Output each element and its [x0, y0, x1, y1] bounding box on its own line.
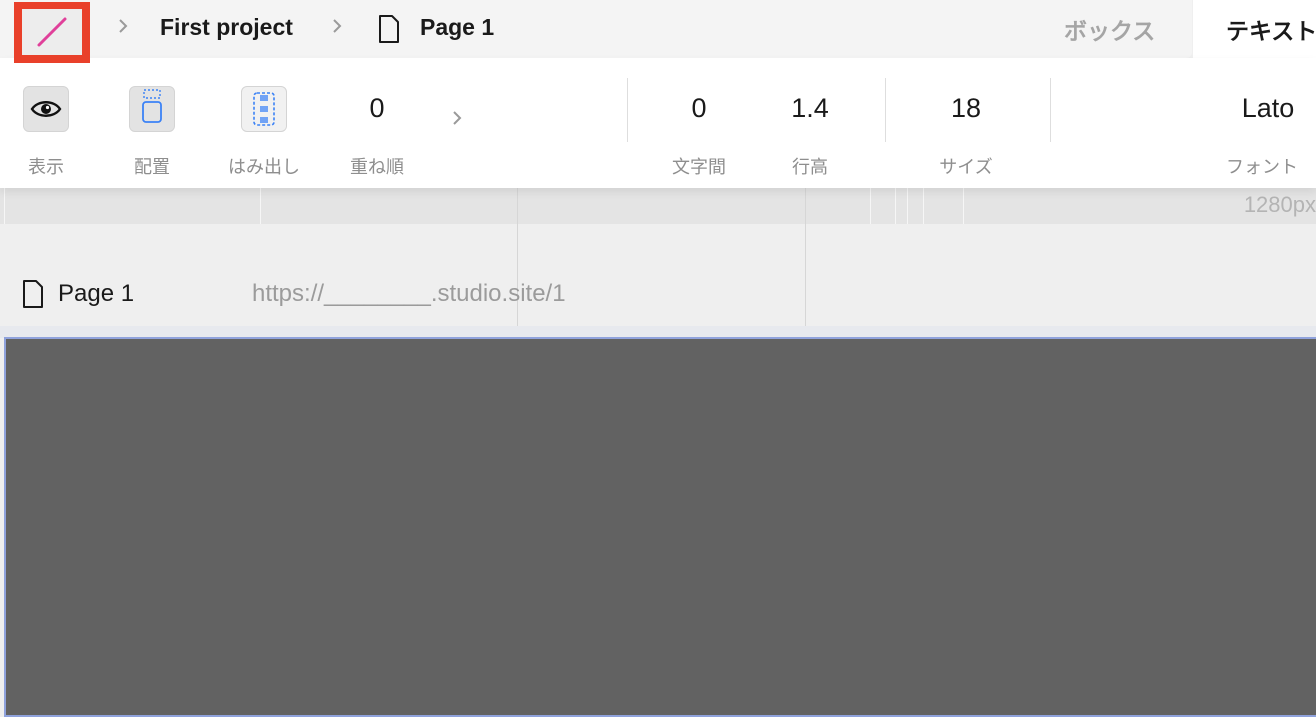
chevron-right-icon: [116, 14, 130, 44]
ruler: 1280px: [0, 188, 1316, 224]
logo-highlight[interactable]: [14, 2, 90, 63]
chevron-right-icon: [330, 14, 344, 44]
align-label: 配置: [134, 157, 170, 177]
font-label: フォント: [1226, 157, 1298, 177]
ruler-width-label: 1280px: [1243, 192, 1316, 217]
align-icon: [142, 89, 162, 123]
line-height-label: 行高: [792, 157, 828, 177]
tab-box[interactable]: ボックス: [1064, 0, 1155, 58]
divider: [885, 78, 886, 142]
logo-button[interactable]: [22, 9, 82, 55]
tab-text[interactable]: テキスト: [1193, 0, 1316, 58]
size-value[interactable]: 18: [936, 93, 996, 124]
overflow-button[interactable]: [241, 86, 287, 132]
divider: [1050, 78, 1051, 142]
page-name: Page 1: [58, 280, 135, 307]
size-label: サイズ: [939, 157, 993, 177]
letter-spacing-label: 文字間: [672, 157, 726, 177]
page-icon: [21, 279, 45, 314]
divider: [627, 78, 628, 142]
zorder-label: 重ね順: [350, 157, 404, 177]
visibility-button[interactable]: [23, 86, 69, 132]
breadcrumb-project[interactable]: First project: [160, 14, 293, 41]
page-icon: [377, 14, 401, 49]
zorder-value[interactable]: 0: [347, 93, 407, 124]
page-url[interactable]: https://________.studio.site/1: [252, 280, 566, 308]
property-toolbar: 表示 配置 はみ出し 0 重ね順 0 文字間 1.4 行高 18 サイズ Lat…: [0, 58, 1316, 188]
page-canvas[interactable]: [4, 337, 1316, 717]
overflow-label: はみ出し: [228, 157, 300, 177]
letter-spacing-value[interactable]: 0: [669, 93, 729, 124]
breadcrumb-page[interactable]: Page 1: [420, 14, 494, 41]
logo-icon: [37, 17, 67, 47]
line-height-value[interactable]: 1.4: [780, 93, 840, 124]
overflow-icon: [253, 92, 275, 126]
visibility-label: 表示: [28, 157, 64, 177]
align-button[interactable]: [129, 86, 175, 132]
top-bar: First project Page 1 ボックス テキスト: [0, 0, 1316, 63]
page-row[interactable]: Page 1 https://________.studio.site/1: [0, 262, 1316, 324]
font-value[interactable]: Lato: [1232, 93, 1304, 124]
chevron-right-icon[interactable]: [450, 106, 464, 135]
eye-icon: [30, 101, 62, 117]
